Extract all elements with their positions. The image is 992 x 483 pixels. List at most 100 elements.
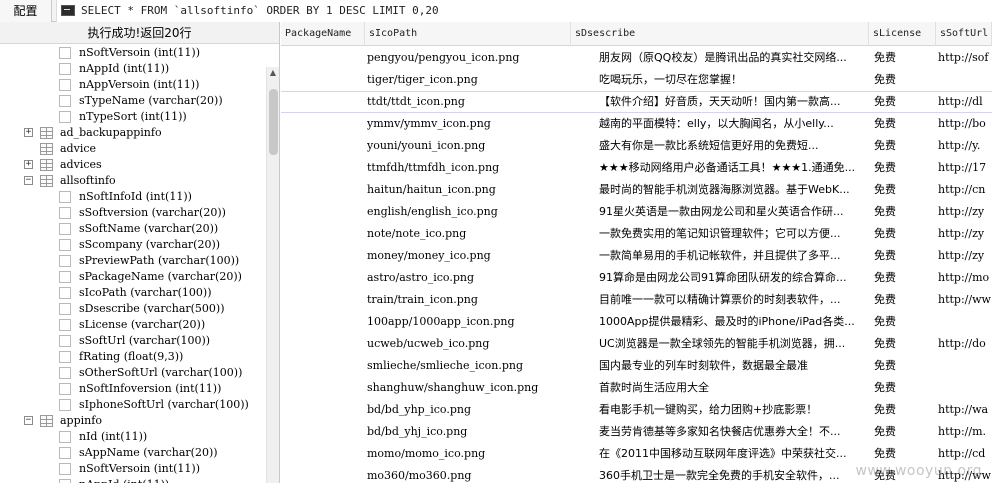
config-button[interactable]: 配置 — [0, 0, 52, 22]
table-row[interactable]: mo360/mo360.png 360手机卫士是一款完全免费的手机安全软件，...… — [281, 465, 992, 483]
collapse-icon[interactable]: − — [24, 416, 33, 425]
cell-softurl[interactable]: http://do — [938, 333, 992, 355]
table-row[interactable]: bd/bd_yhj_ico.png 麦当劳肯德基等多家知名快餐店优惠券大全！不..… — [281, 421, 992, 443]
cell-softurl[interactable]: http://dl — [938, 92, 992, 114]
cell-license[interactable]: 免费 — [874, 399, 936, 421]
cell-license[interactable]: 免费 — [874, 333, 936, 355]
tree-table-item[interactable]: advice — [0, 141, 266, 157]
cell-icopath[interactable]: ymmv/ymmv_icon.png — [367, 113, 585, 135]
column-checkbox[interactable] — [59, 239, 71, 251]
tree-column-item[interactable]: sAppName (varchar(20)) — [0, 445, 266, 461]
table-row[interactable]: momo/momo_ico.png 在《2011中国移动互联网年度评选》中荣获社交… — [281, 443, 992, 465]
column-checkbox[interactable] — [59, 399, 71, 411]
tree-column-item[interactable]: sLicense (varchar(20)) — [0, 317, 266, 333]
column-checkbox[interactable] — [59, 95, 71, 107]
cell-icopath[interactable]: 100app/1000app_icon.png — [367, 311, 585, 333]
cell-icopath[interactable]: bd/bd_yhj_ico.png — [367, 421, 585, 443]
table-row[interactable]: pengyou/pengyou_icon.png 朋友网（原QQ校友）是腾讯出品的… — [281, 47, 992, 69]
column-checkbox[interactable] — [59, 463, 71, 475]
cell-description[interactable]: 最时尚的智能手机浏览器海豚浏览器。基于WebK... — [599, 179, 873, 201]
table-row[interactable]: english/english_ico.png 91星火英语是一款由网龙公司和星火… — [281, 201, 992, 223]
tree-column-item[interactable]: nSoftInfoversion (int(11)) — [0, 381, 266, 397]
cell-license[interactable]: 免费 — [874, 421, 936, 443]
column-checkbox[interactable] — [59, 207, 71, 219]
cell-license[interactable]: 免费 — [874, 179, 936, 201]
cell-softurl[interactable] — [938, 311, 992, 333]
table-row[interactable]: ttmfdh/ttmfdh_icon.png ★★★移动网络用户必备通话工具！★★… — [281, 157, 992, 179]
cell-icopath[interactable]: train/train_icon.png — [367, 289, 585, 311]
table-row[interactable]: astro/astro_ico.png 91算命是由网龙公司91算命团队研发的综合… — [281, 267, 992, 289]
column-header[interactable]: sLicense — [869, 22, 936, 46]
cell-license[interactable]: 免费 — [874, 289, 936, 311]
cell-icopath[interactable]: tiger/tiger_icon.png — [367, 69, 585, 91]
cell-license[interactable]: 免费 — [874, 201, 936, 223]
tree-column-item[interactable]: sSoftUrl (varchar(100)) — [0, 333, 266, 349]
table-row[interactable]: bd/bd_yhp_ico.png 看电影手机一键购买，给力团购+抄底影票！ 免费 h… — [281, 399, 992, 421]
cell-license[interactable]: 免费 — [874, 92, 936, 114]
cell-icopath[interactable]: ucweb/ucweb_ico.png — [367, 333, 585, 355]
cell-icopath[interactable]: bd/bd_yhp_ico.png — [367, 399, 585, 421]
column-checkbox[interactable] — [59, 431, 71, 443]
cell-license[interactable]: 免费 — [874, 311, 936, 333]
sql-query-field[interactable]: SELECT * FROM `allsoftinfo` ORDER BY 1 D… — [56, 0, 992, 22]
tree-column-item[interactable]: sTypeName (varchar(20)) — [0, 93, 266, 109]
cell-softurl[interactable] — [938, 377, 992, 399]
cell-description[interactable]: 目前唯一一款可以精确计算票价的时刻表软件，... — [599, 289, 873, 311]
cell-icopath[interactable]: smlieche/smlieche_icon.png — [367, 355, 585, 377]
tree-column-item[interactable]: sPackageName (varchar(20)) — [0, 269, 266, 285]
cell-softurl[interactable] — [938, 69, 992, 91]
column-checkbox[interactable] — [59, 367, 71, 379]
tree-column-item[interactable]: nSoftVersoin (int(11)) — [0, 45, 266, 61]
cell-softurl[interactable]: http://y. — [938, 135, 992, 157]
tree-column-item[interactable]: sDsescribe (varchar(500)) — [0, 301, 266, 317]
cell-description[interactable]: 吃喝玩乐，一切尽在您掌握！ — [599, 69, 873, 91]
cell-license[interactable]: 免费 — [874, 69, 936, 91]
cell-license[interactable]: 免费 — [874, 113, 936, 135]
column-checkbox[interactable] — [59, 191, 71, 203]
tree-table-item[interactable]: + ad_backupappinfo — [0, 125, 266, 141]
cell-description[interactable]: 麦当劳肯德基等多家知名快餐店优惠券大全！不... — [599, 421, 873, 443]
cell-description[interactable]: 1000App提供最精彩、最及时的iPhone/iPad各类... — [599, 311, 873, 333]
cell-description[interactable]: 国内最专业的列车时刻软件，数据最全最准 — [599, 355, 873, 377]
column-checkbox[interactable] — [59, 255, 71, 267]
cell-license[interactable]: 免费 — [874, 157, 936, 179]
tree-column-item[interactable]: sOtherSoftUrl (varchar(100)) — [0, 365, 266, 381]
column-checkbox[interactable] — [59, 79, 71, 91]
tree-table-item[interactable]: + advices — [0, 157, 266, 173]
cell-license[interactable]: 免费 — [874, 465, 936, 483]
table-row[interactable]: train/train_icon.png 目前唯一一款可以精确计算票价的时刻表软件… — [281, 289, 992, 311]
column-checkbox[interactable] — [59, 319, 71, 331]
tree-column-item[interactable]: nSoftInfoId (int(11)) — [0, 189, 266, 205]
column-checkbox[interactable] — [59, 271, 71, 283]
column-checkbox[interactable] — [59, 351, 71, 363]
tree-column-item[interactable]: nAppVersoin (int(11)) — [0, 77, 266, 93]
tree-table-item[interactable]: − allsoftinfo — [0, 173, 266, 189]
cell-icopath[interactable]: youni/youni_icon.png — [367, 135, 585, 157]
tree-column-item[interactable]: nAppId (int(11)) — [0, 477, 266, 483]
column-checkbox[interactable] — [59, 111, 71, 123]
cell-description[interactable]: ★★★移动网络用户必备通话工具！★★★1.通通免... — [599, 157, 873, 179]
column-checkbox[interactable] — [59, 335, 71, 347]
cell-description[interactable]: 在《2011中国移动互联网年度评选》中荣获社交... — [599, 443, 873, 465]
tree-column-item[interactable]: sSoftversion (varchar(20)) — [0, 205, 266, 221]
column-header[interactable]: sDsescribe — [571, 22, 869, 46]
cell-softurl[interactable]: http://wa — [938, 399, 992, 421]
table-row[interactable]: tiger/tiger_icon.png 吃喝玩乐，一切尽在您掌握！ 免费 — [281, 69, 992, 91]
cell-description[interactable]: 360手机卫士是一款完全免费的手机安全软件，... — [599, 465, 873, 483]
cell-softurl[interactable]: http://zy — [938, 201, 992, 223]
tree-column-item[interactable]: nSoftVersoin (int(11)) — [0, 461, 266, 477]
cell-icopath[interactable]: english/english_ico.png — [367, 201, 585, 223]
table-row[interactable]: youni/youni_icon.png 盛大有你是一款比系统短信更好用的免费短.… — [281, 135, 992, 157]
tree-column-item[interactable]: nAppId (int(11)) — [0, 61, 266, 77]
cell-description[interactable]: 一款免费实用的笔记知识管理软件；它可以方便... — [599, 223, 873, 245]
column-header[interactable]: sSoftUrl — [936, 22, 992, 46]
table-row[interactable]: ymmv/ymmv_icon.png 越南的平面模特：elly，以大胸闻名，从小e… — [281, 113, 992, 135]
scroll-thumb[interactable] — [269, 89, 278, 155]
cell-description[interactable]: 首款时尚生活应用大全 — [599, 377, 873, 399]
tree-table-item[interactable]: − appinfo — [0, 413, 266, 429]
cell-description[interactable]: 看电影手机一键购买，给力团购+抄底影票！ — [599, 399, 873, 421]
cell-description[interactable]: 91算命是由网龙公司91算命团队研发的综合算命... — [599, 267, 873, 289]
cell-icopath[interactable]: pengyou/pengyou_icon.png — [367, 47, 585, 69]
table-row[interactable]: note/note_ico.png 一款免费实用的笔记知识管理软件；它可以方便..… — [281, 223, 992, 245]
table-row[interactable]: money/money_ico.png 一款简单易用的手机记帐软件，并且提供了多平… — [281, 245, 992, 267]
